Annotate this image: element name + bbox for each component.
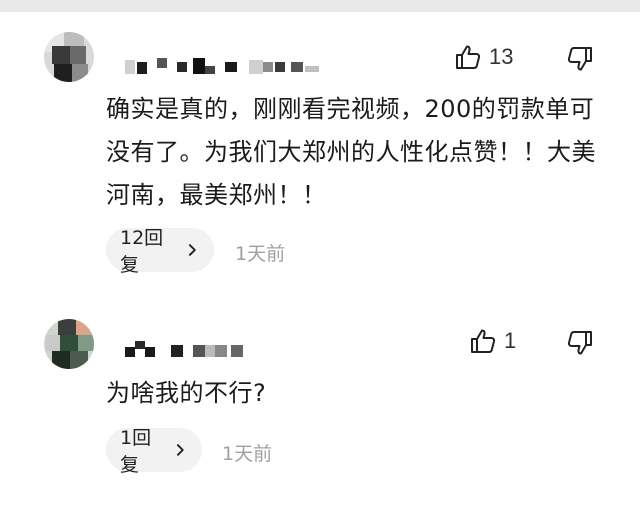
dislike-button[interactable]: [567, 330, 593, 360]
like-button[interactable]: 13: [455, 44, 513, 70]
like-count: 1: [504, 328, 517, 353]
replies-label: 1回复: [120, 427, 152, 476]
thumbs-down-icon: [567, 331, 592, 355]
chevron-right-icon: [177, 444, 185, 456]
comment-text: 确实是真的，刚刚看完视频，200的罚款单可没有了。为我们大郑州的人性化点赞！！大…: [106, 95, 596, 209]
replies-label: 12回复: [120, 227, 164, 276]
replies-button[interactable]: 1回复: [106, 427, 202, 476]
avatar[interactable]: [44, 319, 94, 369]
timestamp: 1天前: [235, 243, 286, 265]
chevron-right-icon: [189, 244, 197, 256]
timestamp: 1天前: [222, 443, 273, 465]
dislike-button[interactable]: [567, 46, 593, 76]
top-edge: [0, 0, 640, 12]
thumbs-up-icon: [456, 45, 481, 69]
replies-button[interactable]: 12回复: [106, 227, 214, 276]
thumbs-down-icon: [567, 47, 592, 71]
like-button[interactable]: 1: [470, 328, 516, 354]
thumbs-up-icon: [471, 329, 496, 353]
avatar[interactable]: [44, 32, 94, 82]
comment-text: 为啥我的不行?: [106, 379, 267, 407]
like-count: 13: [489, 44, 514, 69]
